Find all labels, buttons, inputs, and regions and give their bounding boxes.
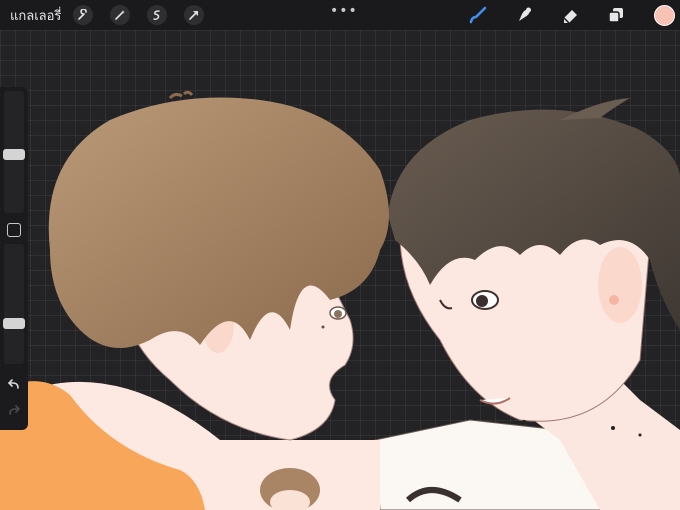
left-sidebar	[0, 87, 28, 430]
undo-icon	[7, 379, 19, 389]
selection-button[interactable]	[147, 5, 168, 25]
eraser-button[interactable]	[560, 4, 582, 26]
opacity-thumb[interactable]	[3, 318, 25, 329]
layers-icon	[608, 8, 623, 23]
brush-button[interactable]	[467, 4, 489, 26]
selection-icon	[153, 10, 161, 21]
transform-button[interactable]	[184, 5, 205, 25]
artwork-illustration	[0, 90, 680, 510]
drawing-canvas[interactable]	[0, 30, 680, 510]
magic-wand-icon	[115, 10, 126, 20]
top-toolbar: แกลเลอรี่ •••	[0, 0, 680, 30]
redo-icon	[9, 405, 21, 415]
redo-button[interactable]	[5, 402, 23, 420]
adjustments-button[interactable]	[110, 5, 131, 25]
more-options-button[interactable]: •••	[330, 3, 358, 19]
gallery-button[interactable]: แกลเลอรี่	[10, 5, 61, 26]
brush-size-slider[interactable]	[3, 91, 25, 213]
smudge-button[interactable]	[513, 4, 535, 26]
layers-button[interactable]	[605, 4, 627, 26]
smudge-icon	[519, 7, 531, 21]
brush-size-thumb[interactable]	[3, 149, 25, 160]
opacity-slider[interactable]	[3, 244, 25, 364]
brush-icon	[469, 6, 487, 24]
wrench-icon	[78, 9, 88, 20]
color-swatch[interactable]	[654, 5, 675, 26]
undo-button[interactable]	[5, 376, 23, 394]
actions-button[interactable]	[73, 5, 94, 25]
transform-arrow-icon	[189, 11, 199, 20]
modify-button[interactable]	[7, 223, 21, 237]
eraser-icon	[563, 10, 577, 24]
